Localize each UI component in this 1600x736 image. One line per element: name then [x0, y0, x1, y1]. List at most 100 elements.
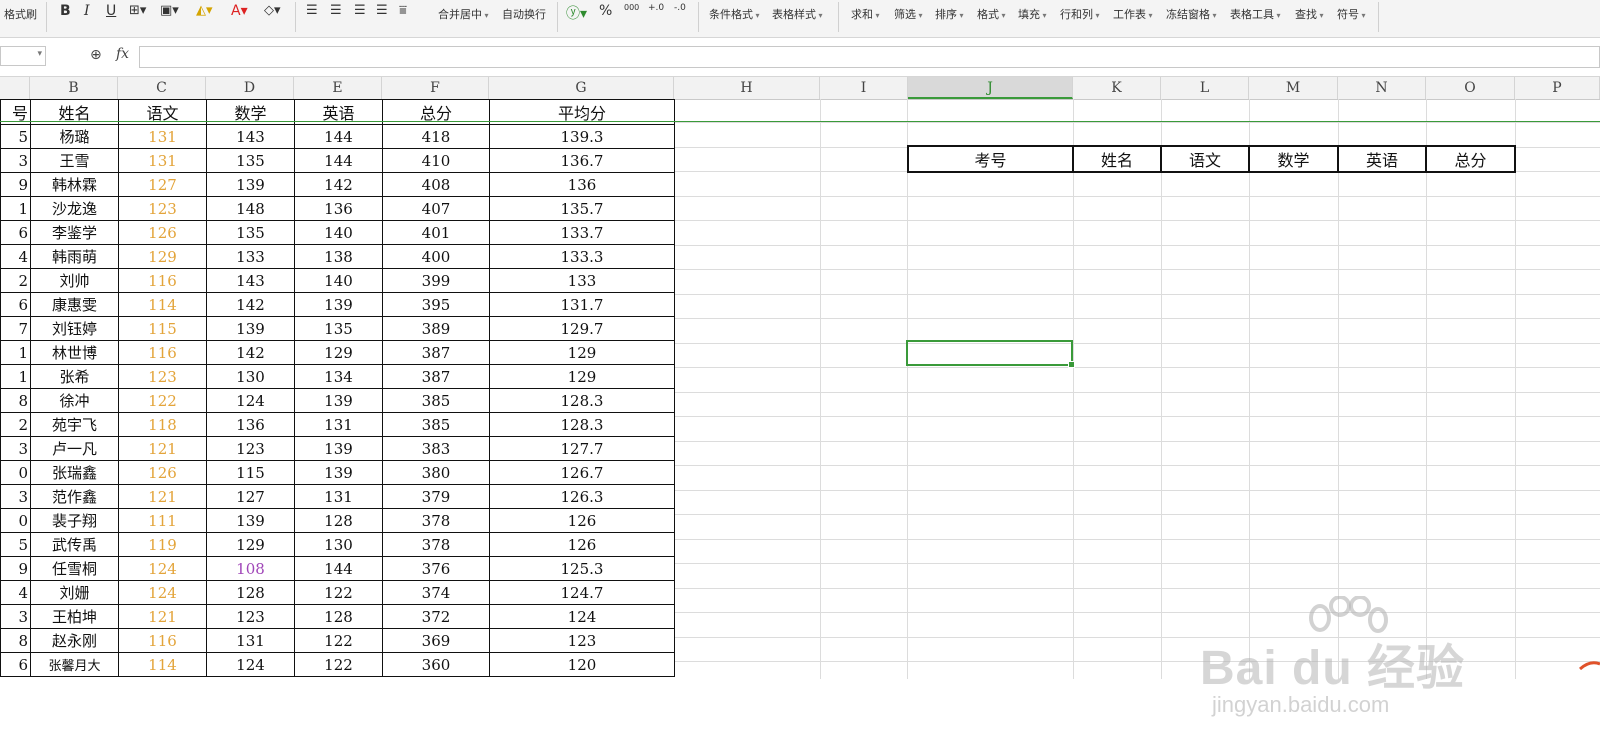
distributed-align-icon[interactable]: ⩸: [399, 3, 407, 18]
chinese-score-cell[interactable]: 131: [118, 124, 207, 149]
id-cell[interactable]: 6: [0, 652, 31, 677]
column-header-j[interactable]: J: [908, 77, 1073, 99]
math-score-cell[interactable]: 135: [206, 148, 295, 173]
table-tools-button[interactable]: 表格工具: [1230, 6, 1281, 22]
english-score-cell[interactable]: 122: [294, 628, 383, 653]
column-header-n[interactable]: N: [1338, 77, 1426, 99]
rows-cols-button[interactable]: 行和列: [1060, 6, 1100, 22]
chinese-score-cell[interactable]: 114: [118, 652, 207, 677]
id-cell[interactable]: 3: [0, 604, 31, 629]
math-score-cell[interactable]: 142: [206, 292, 295, 317]
average-score-cell[interactable]: 128.3: [489, 388, 675, 413]
average-score-cell[interactable]: 133.7: [489, 220, 675, 245]
chinese-score-cell[interactable]: 123: [118, 364, 207, 389]
math-score-cell[interactable]: 139: [206, 172, 295, 197]
lookup-header-math[interactable]: 数学: [1248, 145, 1339, 173]
total-score-cell[interactable]: 395: [382, 292, 490, 317]
total-score-cell[interactable]: 378: [382, 532, 490, 557]
wrap-text-button[interactable]: 自动换行: [502, 6, 546, 22]
name-cell[interactable]: 张瑞鑫: [30, 460, 119, 485]
average-score-cell[interactable]: 128.3: [489, 412, 675, 437]
english-score-cell[interactable]: 128: [294, 604, 383, 629]
math-score-cell[interactable]: 135: [206, 220, 295, 245]
freeze-panes-button[interactable]: 冻结窗格: [1166, 6, 1217, 22]
zoom-icon[interactable]: ⊕: [90, 47, 102, 63]
chinese-score-cell[interactable]: 116: [118, 628, 207, 653]
id-cell[interactable]: 9: [0, 172, 31, 197]
number-format-icon[interactable]: ⓨ▾: [566, 3, 587, 23]
math-score-cell[interactable]: 123: [206, 436, 295, 461]
average-score-cell[interactable]: 139.3: [489, 124, 675, 149]
percent-icon[interactable]: %: [599, 3, 612, 19]
total-score-cell[interactable]: 383: [382, 436, 490, 461]
english-score-cell[interactable]: 144: [294, 124, 383, 149]
math-score-cell[interactable]: 133: [206, 244, 295, 269]
chinese-score-cell[interactable]: 123: [118, 196, 207, 221]
fill-handle[interactable]: [1068, 361, 1075, 368]
name-cell[interactable]: 韩雨萌: [30, 244, 119, 269]
english-score-cell[interactable]: 122: [294, 652, 383, 677]
english-score-cell[interactable]: 139: [294, 436, 383, 461]
column-header-m[interactable]: M: [1249, 77, 1338, 99]
id-cell[interactable]: 3: [0, 436, 31, 461]
average-score-cell[interactable]: 126: [489, 508, 675, 533]
total-score-cell[interactable]: 401: [382, 220, 490, 245]
name-cell[interactable]: 林世博: [30, 340, 119, 365]
id-cell[interactable]: 2: [0, 412, 31, 437]
math-score-cell[interactable]: 115: [206, 460, 295, 485]
column-header-l[interactable]: L: [1161, 77, 1249, 99]
name-cell[interactable]: 刘帅: [30, 268, 119, 293]
total-score-cell[interactable]: 379: [382, 484, 490, 509]
average-score-cell[interactable]: 133: [489, 268, 675, 293]
english-score-cell[interactable]: 135: [294, 316, 383, 341]
name-cell[interactable]: 武传禹: [30, 532, 119, 557]
chinese-score-cell[interactable]: 124: [118, 580, 207, 605]
average-score-cell[interactable]: 120: [489, 652, 675, 677]
cell-grid[interactable]: 号 姓名 语文 数学 英语 总分 平均分 5 杨璐 131 143 144 418 139.…: [0, 99, 1600, 717]
id-cell[interactable]: 9: [0, 556, 31, 581]
highlight-color-icon[interactable]: ◭▾: [196, 3, 213, 18]
average-score-cell[interactable]: 131.7: [489, 292, 675, 317]
total-score-cell[interactable]: 399: [382, 268, 490, 293]
math-score-cell[interactable]: 128: [206, 580, 295, 605]
id-cell[interactable]: 3: [0, 484, 31, 509]
selected-cell-j10[interactable]: [906, 340, 1075, 368]
name-cell[interactable]: 卢一凡: [30, 436, 119, 461]
column-header-f[interactable]: F: [382, 77, 489, 99]
worksheet-button[interactable]: 工作表: [1113, 6, 1153, 22]
total-score-cell[interactable]: 369: [382, 628, 490, 653]
english-score-cell[interactable]: 131: [294, 484, 383, 509]
average-score-cell[interactable]: 125.3: [489, 556, 675, 581]
chinese-score-cell[interactable]: 126: [118, 460, 207, 485]
id-cell[interactable]: 5: [0, 124, 31, 149]
chinese-score-cell[interactable]: 127: [118, 172, 207, 197]
math-score-cell[interactable]: 129: [206, 532, 295, 557]
english-score-cell[interactable]: 139: [294, 388, 383, 413]
name-box[interactable]: ▾: [0, 46, 46, 66]
math-score-cell[interactable]: 136: [206, 412, 295, 437]
total-score-cell[interactable]: 380: [382, 460, 490, 485]
english-score-cell[interactable]: 128: [294, 508, 383, 533]
total-score-cell[interactable]: 410: [382, 148, 490, 173]
merge-center-button[interactable]: 合并居中: [438, 6, 489, 22]
average-score-cell[interactable]: 129: [489, 364, 675, 389]
lookup-header-total[interactable]: 总分: [1425, 145, 1516, 173]
id-cell[interactable]: 1: [0, 364, 31, 389]
lookup-header-chinese[interactable]: 语文: [1160, 145, 1250, 173]
lookup-header-english[interactable]: 英语: [1337, 145, 1427, 173]
english-score-cell[interactable]: 129: [294, 340, 383, 365]
total-score-cell[interactable]: 407: [382, 196, 490, 221]
conditional-format-button[interactable]: 条件格式: [709, 6, 760, 22]
average-score-cell[interactable]: 124.7: [489, 580, 675, 605]
total-score-cell[interactable]: 360: [382, 652, 490, 677]
chinese-score-cell[interactable]: 116: [118, 340, 207, 365]
english-score-cell[interactable]: 131: [294, 412, 383, 437]
sum-button[interactable]: 求和: [851, 6, 880, 22]
average-score-cell[interactable]: 136.7: [489, 148, 675, 173]
border-icon[interactable]: ⊞▾: [129, 3, 146, 18]
name-cell[interactable]: 刘姗: [30, 580, 119, 605]
total-score-cell[interactable]: 400: [382, 244, 490, 269]
english-score-cell[interactable]: 136: [294, 196, 383, 221]
id-cell[interactable]: 4: [0, 580, 31, 605]
math-score-cell[interactable]: 148: [206, 196, 295, 221]
